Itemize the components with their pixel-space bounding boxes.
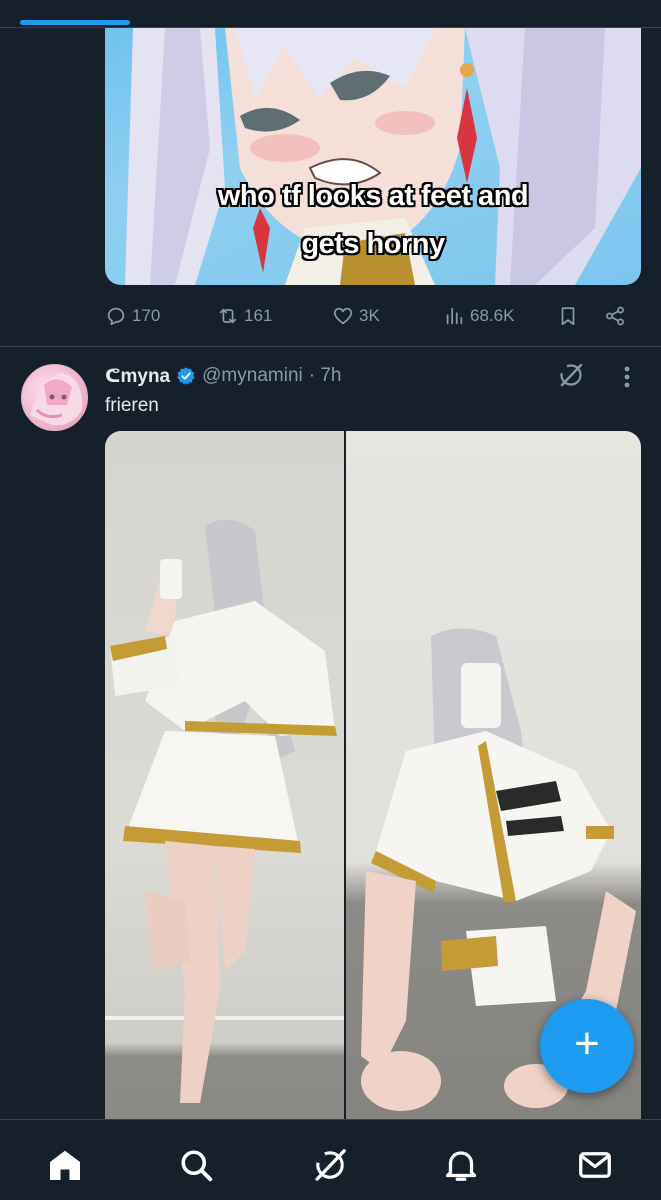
plus-icon: + bbox=[574, 1019, 600, 1068]
image-caption-line-1: who tf looks at feet and bbox=[217, 180, 529, 212]
nav-home[interactable] bbox=[46, 1146, 84, 1184]
post-photo-1[interactable] bbox=[105, 431, 344, 1126]
more-icon[interactable] bbox=[616, 364, 638, 390]
avatar[interactable] bbox=[21, 364, 88, 431]
loading-progress-bar bbox=[20, 20, 130, 25]
bookmark-icon bbox=[561, 307, 575, 326]
verified-badge-icon bbox=[177, 367, 195, 385]
views-button[interactable]: 68.6K bbox=[443, 300, 514, 332]
mail-icon bbox=[579, 1152, 611, 1178]
heart-icon bbox=[333, 307, 353, 325]
display-name[interactable]: ᕦmyna bbox=[105, 365, 170, 388]
reply-count: 170 bbox=[132, 306, 161, 325]
nav-notifications[interactable] bbox=[442, 1146, 480, 1184]
avatar-image bbox=[30, 373, 83, 426]
bell-icon bbox=[445, 1151, 477, 1181]
grok-icon[interactable] bbox=[557, 361, 585, 389]
repost-icon bbox=[219, 308, 237, 324]
post-image[interactable]: who tf looks at feet and gets horny bbox=[105, 28, 641, 285]
grok-icon bbox=[315, 1149, 346, 1181]
share-button[interactable] bbox=[604, 300, 626, 332]
repost-button[interactable]: 161 bbox=[217, 300, 272, 332]
nav-messages[interactable] bbox=[576, 1146, 614, 1184]
views-icon bbox=[446, 307, 463, 325]
user-handle[interactable]: @mynamini bbox=[202, 365, 303, 387]
reply-button[interactable]: 170 bbox=[105, 300, 160, 332]
post-text: frieren bbox=[105, 395, 159, 416]
timeline-page: who tf looks at feet and gets horny 170 … bbox=[0, 0, 661, 1200]
share-icon bbox=[606, 306, 624, 326]
search-icon bbox=[181, 1150, 213, 1182]
top-strip bbox=[0, 0, 661, 28]
home-icon bbox=[50, 1150, 80, 1180]
reply-icon bbox=[107, 307, 125, 326]
view-count: 68.6K bbox=[470, 306, 515, 325]
post-header: ᕦmyna @mynamini · 7h bbox=[105, 363, 341, 389]
post-divider bbox=[0, 346, 661, 347]
post-actions: 170 161 3K 68.6K bbox=[105, 300, 635, 332]
like-count: 3K bbox=[359, 306, 380, 325]
like-button[interactable]: 3K bbox=[332, 300, 380, 332]
post-time: · 7h bbox=[308, 365, 342, 386]
compose-button[interactable]: + bbox=[540, 999, 634, 1093]
nav-grok[interactable] bbox=[311, 1146, 349, 1184]
bookmark-button[interactable] bbox=[557, 300, 579, 332]
bottom-navigation bbox=[0, 1119, 661, 1200]
image-caption-line-2: gets horny bbox=[301, 228, 445, 260]
repost-count: 161 bbox=[244, 306, 273, 325]
nav-search[interactable] bbox=[177, 1146, 215, 1184]
cosplay-photo-1 bbox=[105, 519, 344, 1103]
